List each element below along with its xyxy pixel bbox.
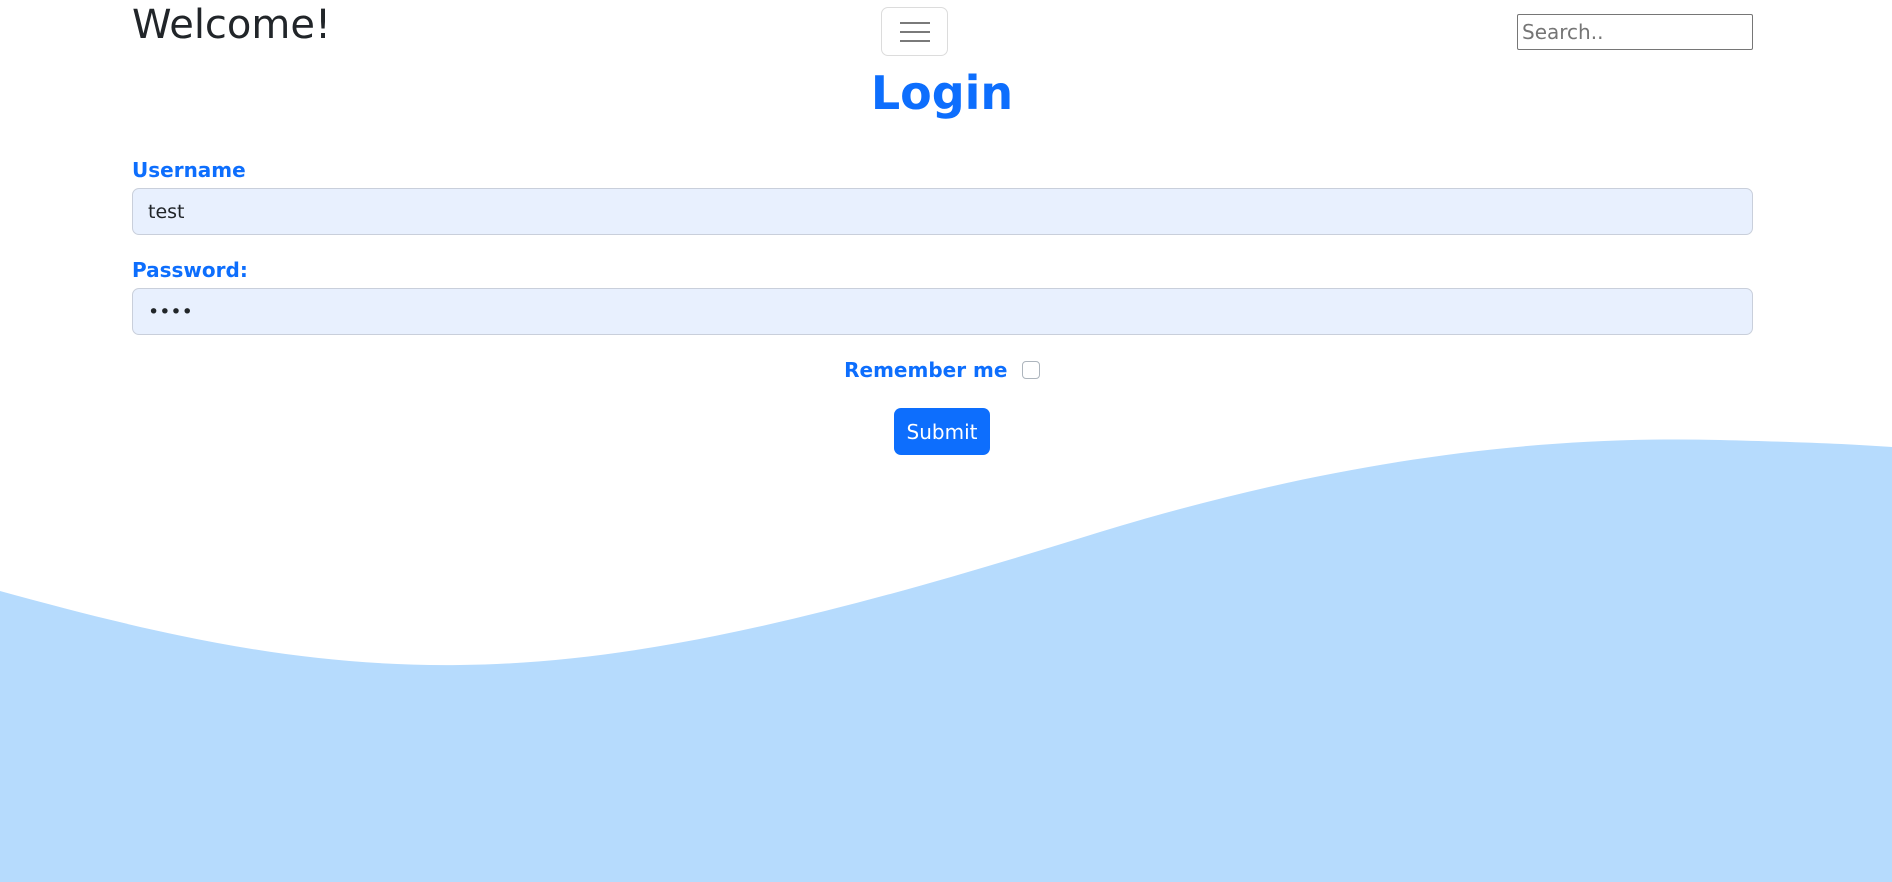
remember-me-checkbox[interactable] [1021,361,1040,379]
username-label: Username [132,158,246,182]
navbar: Welcome! [0,0,1892,64]
remember-me-label: Remember me [844,358,1008,382]
brand-title: Welcome! [132,2,332,48]
password-label: Password: [132,258,248,282]
wave-shape [0,439,1892,882]
hamburger-menu-icon [900,22,930,24]
submit-button[interactable]: Submit [894,408,990,455]
password-field[interactable] [132,288,1753,335]
remember-me-row: Remember me [0,358,1884,386]
page: Welcome! Login Username Password: Rememb… [0,0,1892,882]
login-title: Login [870,66,1014,120]
menu-toggle-button[interactable] [881,7,948,56]
username-field[interactable] [132,188,1753,235]
search-input[interactable] [1517,14,1753,50]
